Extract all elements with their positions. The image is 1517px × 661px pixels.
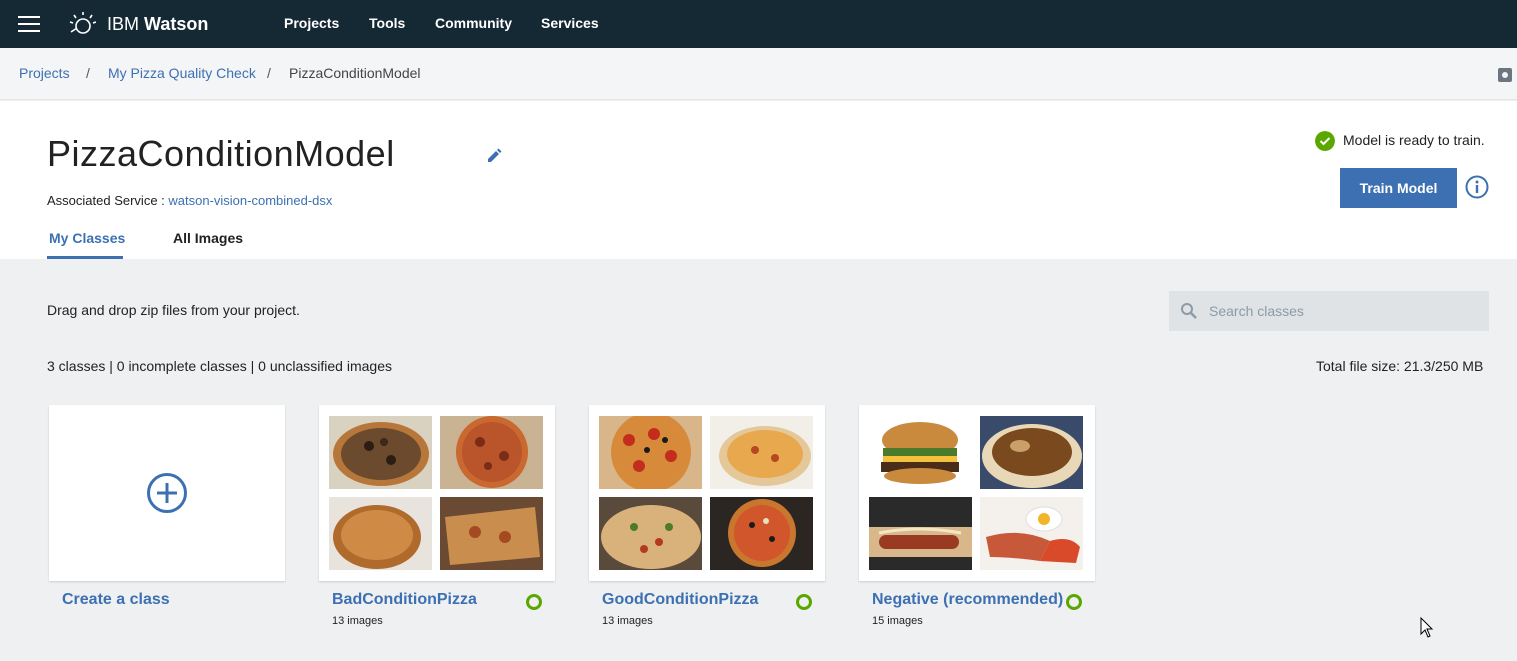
thumbnail-image[interactable] [710, 416, 813, 489]
info-icon[interactable] [1465, 175, 1489, 199]
class-card-negative[interactable] [859, 405, 1095, 581]
top-nav-bar: IBM Watson Projects Tools Community Serv… [0, 0, 1517, 48]
class-card-good-condition[interactable] [589, 405, 825, 581]
status-ring-icon [1066, 594, 1082, 610]
class-counts: 3 classes | 0 incomplete classes | 0 unc… [47, 358, 392, 374]
nav-services[interactable]: Services [541, 15, 599, 31]
create-class-link[interactable]: Create a class [62, 591, 170, 609]
status-ring-icon [796, 594, 812, 610]
watson-logo-icon[interactable] [68, 10, 96, 38]
mouse-cursor-icon [1420, 617, 1434, 638]
associated-service-label: Associated Service : [47, 193, 169, 208]
breadcrumb: Projects / My Pizza Quality Check / Pizz… [0, 48, 1517, 100]
total-file-size: Total file size: 21.3/250 MB [1316, 358, 1484, 374]
model-status-text: Model is ready to train. [1343, 132, 1485, 148]
breadcrumb-separator: / [86, 65, 90, 81]
breadcrumb-current: PizzaConditionModel [289, 65, 421, 81]
thumbnail-image[interactable] [869, 497, 972, 570]
brand-title[interactable]: IBM Watson [107, 14, 208, 35]
create-class-card[interactable] [49, 405, 285, 581]
nav-projects[interactable]: Projects [284, 15, 339, 31]
tab-my-classes[interactable]: My Classes [49, 230, 125, 246]
thumbnail-image[interactable] [869, 416, 972, 489]
brand-bold: Watson [144, 14, 209, 34]
edit-pencil-icon[interactable] [485, 147, 503, 165]
associated-service-link[interactable]: watson-vision-combined-dsx [168, 193, 332, 208]
thumbnail-image[interactable] [599, 497, 702, 570]
breadcrumb-separator: / [267, 65, 271, 81]
nav-tools[interactable]: Tools [369, 15, 405, 31]
class-image-count: 13 images [332, 615, 383, 627]
breadcrumb-projects[interactable]: Projects [19, 65, 70, 81]
add-circle-icon [147, 473, 187, 513]
search-icon [1181, 303, 1197, 319]
thumbnail-image[interactable] [329, 497, 432, 570]
settings-icon[interactable] [1498, 68, 1512, 82]
thumbnail-image[interactable] [710, 497, 813, 570]
thumbnail-image[interactable] [599, 416, 702, 489]
breadcrumb-project[interactable]: My Pizza Quality Check [108, 65, 256, 81]
class-card-bad-condition[interactable] [319, 405, 555, 581]
search-classes-box[interactable] [1169, 291, 1489, 331]
class-thumbnails [869, 416, 1083, 570]
class-name-bad[interactable]: BadConditionPizza [332, 591, 477, 609]
class-image-count: 13 images [602, 615, 653, 627]
class-name-negative[interactable]: Negative (recommended) [872, 591, 1063, 609]
class-thumbnails [329, 416, 543, 570]
thumbnail-image[interactable] [980, 497, 1083, 570]
thumbnail-image[interactable] [440, 416, 543, 489]
status-ring-icon [526, 594, 542, 610]
tab-all-images[interactable]: All Images [173, 230, 243, 246]
drag-drop-instructions: Drag and drop zip files from your projec… [47, 302, 300, 318]
thumbnail-image[interactable] [329, 416, 432, 489]
page-title: PizzaConditionModel [47, 133, 395, 174]
active-tab-indicator [47, 256, 123, 259]
thumbnail-image[interactable] [440, 497, 543, 570]
check-circle-icon [1315, 131, 1335, 151]
thumbnail-image[interactable] [980, 416, 1083, 489]
brand-light: IBM [107, 14, 140, 34]
class-image-count: 15 images [872, 615, 923, 627]
menu-icon[interactable] [18, 16, 40, 32]
class-name-good[interactable]: GoodConditionPizza [602, 591, 758, 609]
class-thumbnails [599, 416, 813, 570]
nav-community[interactable]: Community [435, 15, 512, 31]
associated-service: Associated Service : watson-vision-combi… [47, 193, 332, 208]
model-header: PizzaConditionModel Associated Service :… [0, 101, 1517, 259]
search-input[interactable] [1209, 291, 1479, 331]
train-model-button[interactable]: Train Model [1340, 168, 1457, 208]
